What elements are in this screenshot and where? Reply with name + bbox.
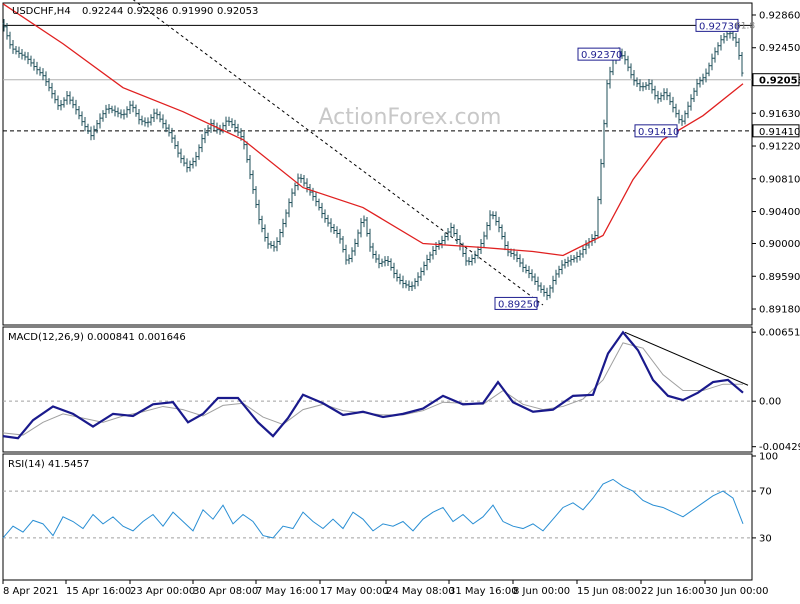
macd-tick-label: 0.00 xyxy=(759,397,781,408)
price-panel-frame xyxy=(3,3,752,325)
price-tick-label: 0.89180 xyxy=(759,305,800,316)
level-price-label: 0.91410 xyxy=(759,127,800,138)
current-price-label: 0.92053 xyxy=(759,76,800,87)
ohlc-readout-low: 0.91990 xyxy=(172,6,213,17)
time-tick-label: 7 May 16:00 xyxy=(256,586,318,597)
ohlc-readout-open: 0.92244 xyxy=(82,6,123,17)
time-tick-label: 17 May 00:00 xyxy=(320,586,389,597)
macd-panel: 0.0065110.00-0.004298MACD(12,26,9) 0.000… xyxy=(3,327,800,453)
macd-tick-label: 0.006511 xyxy=(759,328,800,339)
time-tick-label: 8 Apr 2021 xyxy=(3,586,58,597)
rsi-tick-label: 100 xyxy=(759,452,778,463)
time-tick-label: 22 Jun 16:00 xyxy=(641,586,705,597)
time-tick-label: 30 Apr 08:00 xyxy=(193,586,258,597)
rsi-panel-frame xyxy=(3,454,752,580)
time-tick-label: 31 May 16:00 xyxy=(449,586,518,597)
fib-label: 61.8 xyxy=(735,22,755,32)
price-annotation-label: 0.91410 xyxy=(638,127,679,138)
price-tick-label: 0.90000 xyxy=(759,239,800,250)
price-tick-label: 0.90810 xyxy=(759,174,800,185)
time-axis: 8 Apr 2021 15 Apr 16:0023 Apr 00:0030 Apr… xyxy=(3,580,769,597)
macd-title: MACD(12,26,9) 0.000841 0.001646 xyxy=(8,332,186,343)
price-panel: ActionForex.com 0.92860 0.92450 0.91630 0.91… xyxy=(3,0,800,325)
time-tick-label: 24 May 08:00 xyxy=(386,586,455,597)
time-tick-label: 8 Jun 00:00 xyxy=(513,586,570,597)
price-tick-label: 0.91630 xyxy=(759,109,800,120)
ohlc-readout-close: 0.92053 xyxy=(217,6,258,17)
price-chart-title: USDCHF,H4 xyxy=(12,6,71,17)
rsi-tick-label: 70 xyxy=(759,487,772,498)
price-annotation-label: 0.92370 xyxy=(581,50,622,61)
price-tick-label: 0.92860 xyxy=(759,10,800,21)
time-tick-label: 15 Apr 16:00 xyxy=(66,586,131,597)
watermark: ActionForex.com xyxy=(319,105,502,130)
rsi-panel: 100 70 30 RSI(14) 41.5457 xyxy=(3,452,778,581)
rsi-tick-label: 30 xyxy=(759,533,772,544)
time-tick-label: 30 Jun 00:00 xyxy=(705,586,769,597)
price-annotation-label: 0.89250 xyxy=(498,299,539,310)
ohlc-readout-high: 0.92286 xyxy=(127,6,168,17)
price-tick-label: 0.92450 xyxy=(759,43,800,54)
chart-window: ActionForex.com 0.92860 0.92450 0.91630 0.91… xyxy=(0,0,800,600)
macd-panel-frame xyxy=(3,327,752,452)
time-tick-label: 15 Jun 08:00 xyxy=(577,586,641,597)
chart-canvas: ActionForex.com 0.92860 0.92450 0.91630 0.91… xyxy=(0,0,800,600)
price-tick-label: 0.89590 xyxy=(759,272,800,283)
price-tick-label: 0.90400 xyxy=(759,207,800,218)
price-tick-label: 0.91220 xyxy=(759,142,800,153)
time-tick-label: 23 Apr 00:00 xyxy=(130,586,195,597)
rsi-title: RSI(14) 41.5457 xyxy=(8,459,89,470)
